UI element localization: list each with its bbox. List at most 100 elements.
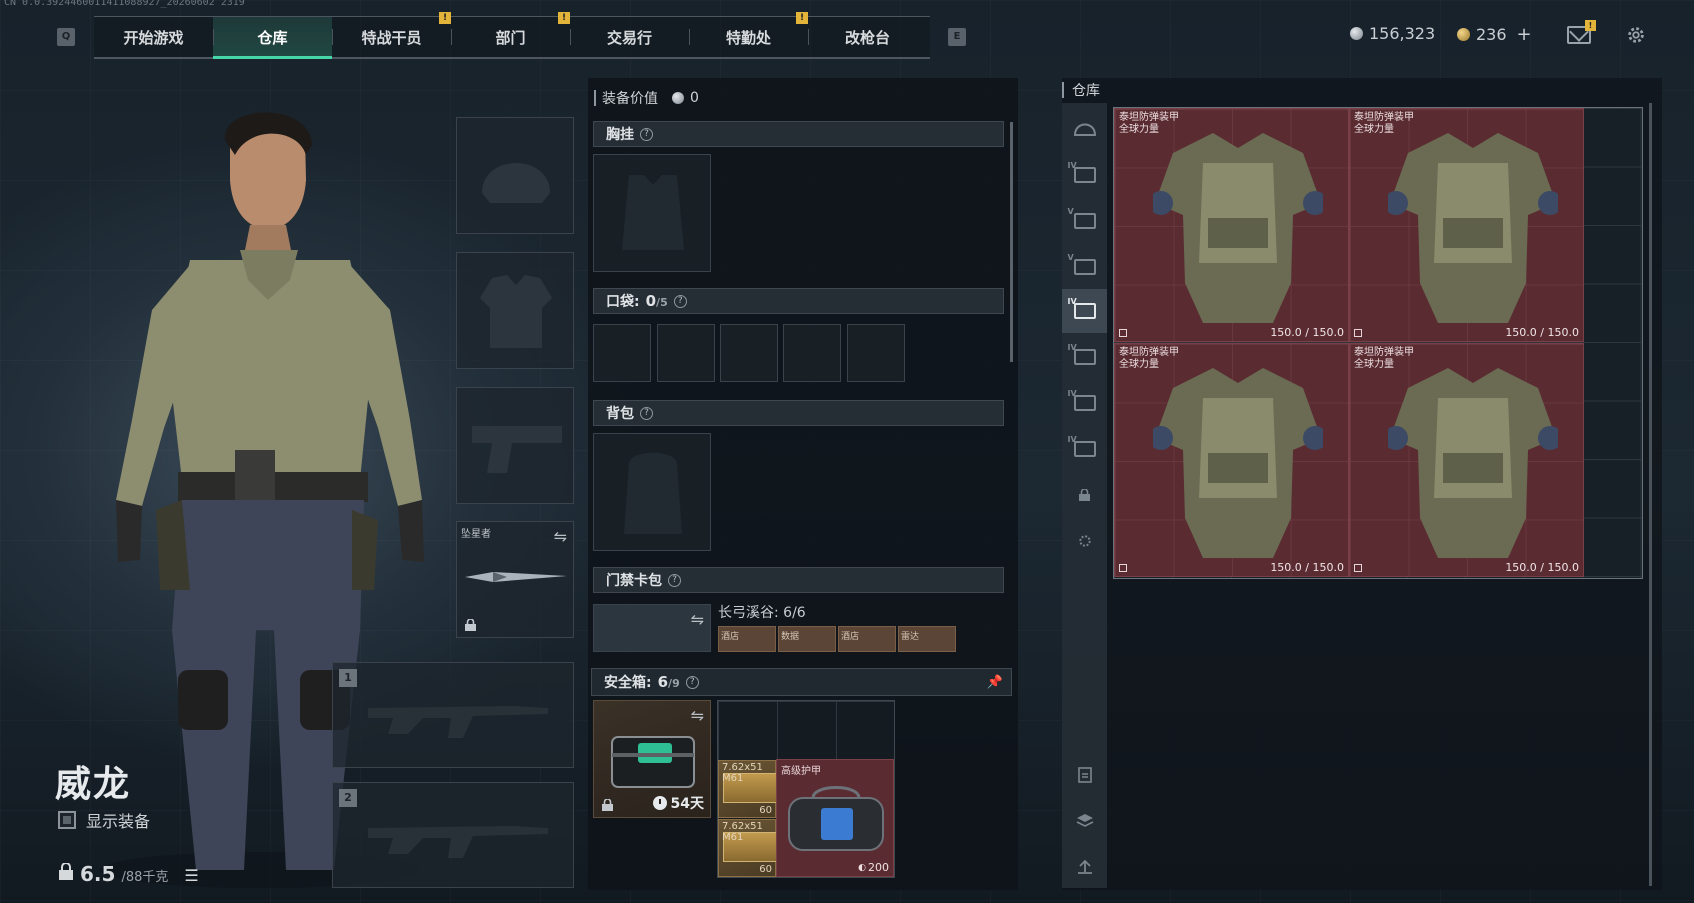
nav-prev-key[interactable]: Q bbox=[57, 28, 75, 46]
weapon-category-icon: V bbox=[1068, 253, 1096, 275]
ammo-item[interactable]: 7.62x51 M61 60 bbox=[718, 760, 781, 818]
keycard-label: 门禁卡包 bbox=[606, 573, 662, 589]
category-armor[interactable]: IV bbox=[1062, 289, 1107, 333]
sort-button[interactable] bbox=[1062, 753, 1107, 797]
pin-icon[interactable]: 📌 bbox=[987, 675, 1003, 690]
tab-start-game[interactable]: 开始游戏 bbox=[94, 17, 213, 57]
armor-durability: 150.0 / 150.0 bbox=[1270, 326, 1344, 339]
weight-capacity: /88千克 bbox=[121, 870, 169, 885]
stack-button[interactable] bbox=[1062, 799, 1107, 843]
tier-label: V bbox=[1067, 207, 1074, 216]
weapon-category-icon: V bbox=[1068, 207, 1096, 229]
category-tier-4d[interactable]: IV bbox=[1062, 427, 1107, 471]
weapon-category-icon: IV bbox=[1068, 389, 1096, 411]
list-icon[interactable]: ☰ bbox=[184, 866, 198, 885]
tab-department[interactable]: 部门! bbox=[451, 12, 570, 57]
secondary-weapon-slot[interactable]: 2 bbox=[332, 782, 574, 888]
expand-button[interactable] bbox=[1062, 845, 1107, 889]
keycard-item[interactable]: 酒店 bbox=[838, 626, 896, 652]
swap-icon[interactable]: ⇋ bbox=[691, 610, 704, 629]
chest-rig-slot[interactable] bbox=[593, 154, 711, 272]
primary-weapon-slot[interactable]: 1 bbox=[332, 662, 574, 768]
tier-label: V bbox=[1067, 253, 1074, 262]
keycard-case-slot[interactable]: ⇋ bbox=[593, 604, 711, 652]
pockets-header: 口袋: 0/5 ? bbox=[593, 288, 1004, 314]
ammo-name: 7.62x51 bbox=[722, 762, 763, 773]
warehouse-armor-item[interactable]: 泰坦防弹装甲 全球力量 150.0 / 150.0 bbox=[1114, 343, 1349, 577]
rifle-icon bbox=[368, 826, 548, 858]
help-icon[interactable]: ? bbox=[640, 406, 653, 420]
pistol-slot[interactable] bbox=[456, 387, 574, 504]
tab-special-ops[interactable]: 特勤处! bbox=[689, 12, 808, 57]
category-tier-5[interactable]: V bbox=[1062, 199, 1107, 243]
pocket-slot[interactable] bbox=[720, 324, 778, 382]
checkbox[interactable] bbox=[58, 811, 76, 829]
chest-rig-icon bbox=[622, 175, 684, 250]
pocket-slot[interactable] bbox=[847, 324, 905, 382]
help-icon[interactable]: ? bbox=[685, 675, 699, 689]
category-tier-4[interactable]: IV bbox=[1062, 153, 1107, 197]
keycard-item[interactable]: 酒店 bbox=[718, 626, 776, 652]
equipment-value-label: 装备价值 bbox=[602, 91, 658, 107]
tab-trading[interactable]: 交易行 bbox=[570, 17, 689, 57]
helmet-slot[interactable] bbox=[456, 117, 574, 234]
warehouse-scrollbar[interactable] bbox=[1649, 103, 1652, 886]
tab-label: 交易行 bbox=[606, 28, 652, 47]
keycard-item[interactable]: 雷达 bbox=[898, 626, 956, 652]
armor-faction: 全球力量 bbox=[1354, 359, 1394, 370]
nav-next-key[interactable]: E bbox=[948, 28, 966, 46]
tab-warehouse[interactable]: 仓库 bbox=[213, 17, 332, 59]
warehouse-armor-item[interactable]: 泰坦防弹装甲 全球力量 150.0 / 150.0 bbox=[1349, 108, 1584, 342]
pocket-slot[interactable] bbox=[657, 324, 715, 382]
add-currency-button[interactable]: + bbox=[1517, 24, 1532, 45]
help-icon[interactable]: ? bbox=[673, 294, 687, 308]
silver-amount: 156,323 bbox=[1369, 24, 1436, 43]
help-icon[interactable]: ? bbox=[640, 127, 653, 141]
armor-slot[interactable] bbox=[456, 252, 574, 369]
armor-faction: 全球力量 bbox=[1119, 359, 1159, 370]
category-locked[interactable] bbox=[1062, 473, 1107, 517]
weight-indicator: 6.5 /88千克 ☰ bbox=[58, 862, 199, 886]
pockets-total: /5 bbox=[656, 296, 668, 309]
silver-currency: 156,323 bbox=[1350, 24, 1435, 43]
gear-icon bbox=[1078, 535, 1091, 547]
show-equipment-toggle[interactable]: 显示装备 bbox=[58, 808, 150, 832]
warehouse-armor-item[interactable]: 泰坦防弹装甲 全球力量 150.0 / 150.0 bbox=[1349, 343, 1584, 577]
category-helmet[interactable] bbox=[1062, 107, 1107, 151]
gear-icon[interactable] bbox=[1625, 24, 1647, 46]
gold-amount: 236 bbox=[1476, 25, 1507, 44]
armor-bag-item[interactable]: 高级护甲 ◐ 200 bbox=[776, 759, 894, 877]
safe-box-header: 安全箱: 6/9 ? 📌 bbox=[591, 668, 1012, 696]
tab-label: 开始游戏 bbox=[123, 28, 184, 47]
pocket-slot[interactable] bbox=[593, 324, 651, 382]
pockets-used: 0 bbox=[645, 292, 657, 310]
category-tier-4c[interactable]: IV bbox=[1062, 381, 1107, 425]
warehouse-armor-item[interactable]: 泰坦防弹装甲 全球力量 150.0 / 150.0 bbox=[1114, 108, 1349, 342]
tab-label: 仓库 bbox=[257, 28, 288, 47]
helmet-icon bbox=[482, 163, 550, 203]
equipment-value: 装备价值 0 bbox=[594, 88, 699, 108]
melee-slot[interactable]: 坠星者 ⇋ bbox=[456, 521, 574, 638]
item-tag-icon bbox=[1354, 564, 1362, 572]
keycard-item[interactable]: 数据 bbox=[778, 626, 836, 652]
category-tier-4b[interactable]: IV bbox=[1062, 335, 1107, 379]
help-icon[interactable]: ? bbox=[668, 573, 681, 587]
category-tier-5b[interactable]: V bbox=[1062, 245, 1107, 289]
safe-box-slot[interactable]: ⇋ 54天 bbox=[593, 700, 711, 818]
backpack-slot[interactable] bbox=[593, 433, 711, 551]
category-settings[interactable] bbox=[1062, 519, 1107, 563]
armor-name-text: 泰坦防弹装甲 bbox=[1119, 347, 1179, 358]
gold-coin-icon bbox=[1457, 28, 1470, 41]
equipment-scrollbar[interactable] bbox=[1010, 122, 1013, 362]
expand-icon bbox=[1077, 859, 1092, 874]
warehouse-title-text: 仓库 bbox=[1072, 83, 1100, 99]
tab-gunsmith[interactable]: 改枪台 bbox=[808, 17, 927, 57]
ammo-label: 7.62x51 M61 bbox=[722, 762, 763, 784]
tab-operators[interactable]: 特战干员! bbox=[332, 12, 451, 57]
armor-bag-icon bbox=[788, 786, 884, 851]
armor-name: 泰坦防弹装甲 全球力量 bbox=[1354, 112, 1414, 136]
pocket-slot[interactable] bbox=[783, 324, 841, 382]
ammo-item[interactable]: 7.62x51 M61 60 bbox=[718, 819, 781, 877]
tier-label: IV bbox=[1067, 435, 1077, 444]
swap-icon[interactable]: ⇋ bbox=[554, 527, 567, 546]
